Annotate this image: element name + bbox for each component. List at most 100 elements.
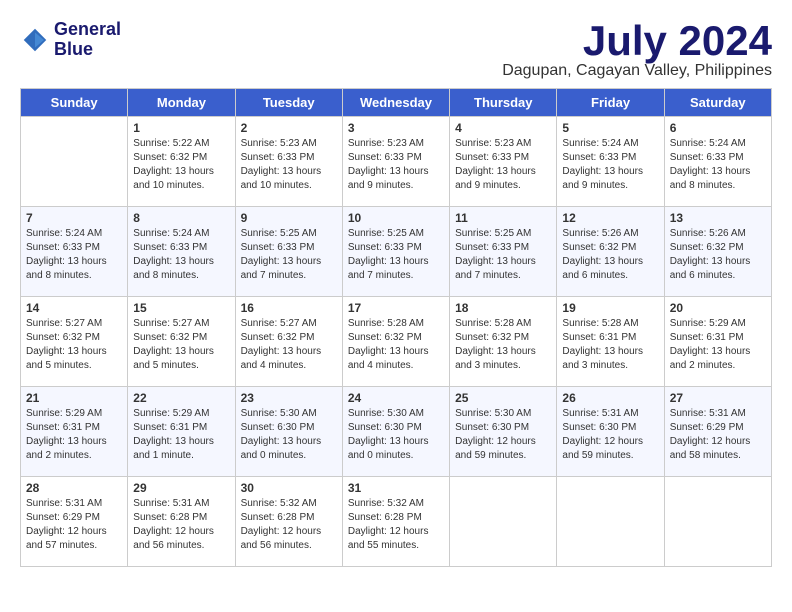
calendar-cell: 8 Sunrise: 5:24 AMSunset: 6:33 PMDaylight…	[128, 207, 235, 297]
calendar-cell: 6 Sunrise: 5:24 AMSunset: 6:33 PMDaylight…	[664, 117, 771, 207]
day-number: 4	[455, 121, 551, 135]
calendar-cell	[21, 117, 128, 207]
cell-content: Sunrise: 5:32 AMSunset: 6:28 PMDaylight:…	[348, 497, 444, 553]
calendar-cell: 7 Sunrise: 5:24 AMSunset: 6:33 PMDaylight…	[21, 207, 128, 297]
day-number: 6	[670, 121, 766, 135]
calendar-cell: 24 Sunrise: 5:30 AMSunset: 6:30 PMDayligh…	[342, 387, 449, 477]
calendar-cell: 22Sunrise: 5:29 AMSunset: 6:31 PMDayligh…	[128, 387, 235, 477]
cell-content: Sunrise: 5:32 AMSunset: 6:28 PMDaylight:…	[241, 497, 337, 553]
cell-content: Sunrise: 5:25 AMSunset: 6:33 PMDaylight:…	[455, 227, 551, 283]
cell-content: Sunrise: 5:30 AMSunset: 6:30 PMDaylight:…	[455, 407, 551, 463]
logo-text: General Blue	[54, 20, 121, 60]
day-number: 28	[26, 481, 122, 495]
day-number: 8	[133, 211, 229, 225]
day-number: 10	[348, 211, 444, 225]
day-number: 15	[133, 301, 229, 315]
day-number: 25	[455, 391, 551, 405]
calendar-cell: 12Sunrise: 5:26 AMSunset: 6:32 PMDayligh…	[557, 207, 664, 297]
calendar-cell: 2 Sunrise: 5:23 AMSunset: 6:33 PMDaylight…	[235, 117, 342, 207]
day-number: 20	[670, 301, 766, 315]
calendar-cell: 31Sunrise: 5:32 AMSunset: 6:28 PMDayligh…	[342, 477, 449, 567]
calendar-week-row: 14 Sunrise: 5:27 AMSunset: 6:32 PMDayligh…	[21, 297, 772, 387]
weekday-header: Thursday	[450, 89, 557, 117]
cell-content: Sunrise: 5:24 AMSunset: 6:33 PMDaylight:…	[670, 137, 766, 193]
day-number: 19	[562, 301, 658, 315]
cell-content: Sunrise: 5:29 AMSunset: 6:31 PMDaylight:…	[670, 317, 766, 373]
day-number: 2	[241, 121, 337, 135]
cell-content: Sunrise: 5:25 AMSunset: 6:33 PMDaylight:…	[241, 227, 337, 283]
location: Dagupan, Cagayan Valley, Philippines	[502, 62, 772, 80]
calendar-cell: 20 Sunrise: 5:29 AMSunset: 6:31 PMDayligh…	[664, 297, 771, 387]
cell-content: Sunrise: 5:28 AMSunset: 6:32 PMDaylight:…	[455, 317, 551, 373]
cell-content: Sunrise: 5:30 AMSunset: 6:30 PMDaylight:…	[348, 407, 444, 463]
day-number: 22	[133, 391, 229, 405]
weekday-header: Wednesday	[342, 89, 449, 117]
calendar-cell: 17Sunrise: 5:28 AMSunset: 6:32 PMDayligh…	[342, 297, 449, 387]
day-number: 9	[241, 211, 337, 225]
weekday-header: Sunday	[21, 89, 128, 117]
weekday-header: Saturday	[664, 89, 771, 117]
day-number: 29	[133, 481, 229, 495]
cell-content: Sunrise: 5:24 AMSunset: 6:33 PMDaylight:…	[562, 137, 658, 193]
cell-content: Sunrise: 5:29 AMSunset: 6:31 PMDaylight:…	[26, 407, 122, 463]
day-number: 12	[562, 211, 658, 225]
calendar-cell: 3Sunrise: 5:23 AMSunset: 6:33 PMDaylight…	[342, 117, 449, 207]
calendar-table: SundayMondayTuesdayWednesdayThursdayFrid…	[20, 88, 772, 567]
cell-content: Sunrise: 5:27 AMSunset: 6:32 PMDaylight:…	[26, 317, 122, 373]
calendar-cell: 10 Sunrise: 5:25 AMSunset: 6:33 PMDayligh…	[342, 207, 449, 297]
calendar-week-row: 21 Sunrise: 5:29 AMSunset: 6:31 PMDayligh…	[21, 387, 772, 477]
calendar-cell: 11 Sunrise: 5:25 AMSunset: 6:33 PMDayligh…	[450, 207, 557, 297]
day-number: 13	[670, 211, 766, 225]
calendar-week-row: 1 Sunrise: 5:22 AMSunset: 6:32 PMDaylight…	[21, 117, 772, 207]
day-number: 26	[562, 391, 658, 405]
calendar-cell: 30 Sunrise: 5:32 AMSunset: 6:28 PMDayligh…	[235, 477, 342, 567]
cell-content: Sunrise: 5:26 AMSunset: 6:32 PMDaylight:…	[670, 227, 766, 283]
calendar-cell: 19 Sunrise: 5:28 AMSunset: 6:31 PMDayligh…	[557, 297, 664, 387]
day-number: 7	[26, 211, 122, 225]
calendar-cell	[450, 477, 557, 567]
calendar-cell: 15Sunrise: 5:27 AMSunset: 6:32 PMDayligh…	[128, 297, 235, 387]
day-number: 11	[455, 211, 551, 225]
cell-content: Sunrise: 5:24 AMSunset: 6:33 PMDaylight:…	[26, 227, 122, 283]
logo-icon	[20, 25, 50, 55]
day-number: 3	[348, 121, 444, 135]
weekday-header: Friday	[557, 89, 664, 117]
cell-content: Sunrise: 5:25 AMSunset: 6:33 PMDaylight:…	[348, 227, 444, 283]
calendar-cell: 23 Sunrise: 5:30 AMSunset: 6:30 PMDayligh…	[235, 387, 342, 477]
calendar-cell: 13 Sunrise: 5:26 AMSunset: 6:32 PMDayligh…	[664, 207, 771, 297]
day-number: 1	[133, 121, 229, 135]
cell-content: Sunrise: 5:31 AMSunset: 6:30 PMDaylight:…	[562, 407, 658, 463]
calendar-week-row: 28 Sunrise: 5:31 AMSunset: 6:29 PMDayligh…	[21, 477, 772, 567]
calendar-cell: 29Sunrise: 5:31 AMSunset: 6:28 PMDayligh…	[128, 477, 235, 567]
cell-content: Sunrise: 5:23 AMSunset: 6:33 PMDaylight:…	[241, 137, 337, 193]
calendar-cell: 16 Sunrise: 5:27 AMSunset: 6:32 PMDayligh…	[235, 297, 342, 387]
month-title: July 2024	[502, 20, 772, 62]
calendar-cell: 14 Sunrise: 5:27 AMSunset: 6:32 PMDayligh…	[21, 297, 128, 387]
day-number: 24	[348, 391, 444, 405]
day-number: 14	[26, 301, 122, 315]
cell-content: Sunrise: 5:27 AMSunset: 6:32 PMDaylight:…	[241, 317, 337, 373]
title-section: July 2024 Dagupan, Cagayan Valley, Phili…	[502, 20, 772, 80]
header: General Blue July 2024 Dagupan, Cagayan …	[20, 20, 772, 80]
day-number: 16	[241, 301, 337, 315]
weekday-header: Tuesday	[235, 89, 342, 117]
day-number: 18	[455, 301, 551, 315]
day-number: 23	[241, 391, 337, 405]
calendar-body: 1 Sunrise: 5:22 AMSunset: 6:32 PMDaylight…	[21, 117, 772, 567]
day-number: 21	[26, 391, 122, 405]
day-number: 17	[348, 301, 444, 315]
calendar-cell: 21 Sunrise: 5:29 AMSunset: 6:31 PMDayligh…	[21, 387, 128, 477]
logo: General Blue	[20, 20, 121, 60]
cell-content: Sunrise: 5:22 AMSunset: 6:32 PMDaylight:…	[133, 137, 229, 193]
weekday-header: Monday	[128, 89, 235, 117]
cell-content: Sunrise: 5:28 AMSunset: 6:31 PMDaylight:…	[562, 317, 658, 373]
calendar-cell: 25 Sunrise: 5:30 AMSunset: 6:30 PMDayligh…	[450, 387, 557, 477]
cell-content: Sunrise: 5:24 AMSunset: 6:33 PMDaylight:…	[133, 227, 229, 283]
cell-content: Sunrise: 5:31 AMSunset: 6:29 PMDaylight:…	[26, 497, 122, 553]
calendar-cell: 26 Sunrise: 5:31 AMSunset: 6:30 PMDayligh…	[557, 387, 664, 477]
cell-content: Sunrise: 5:30 AMSunset: 6:30 PMDaylight:…	[241, 407, 337, 463]
calendar-cell: 9 Sunrise: 5:25 AMSunset: 6:33 PMDaylight…	[235, 207, 342, 297]
calendar-cell	[557, 477, 664, 567]
calendar-week-row: 7 Sunrise: 5:24 AMSunset: 6:33 PMDaylight…	[21, 207, 772, 297]
day-number: 30	[241, 481, 337, 495]
